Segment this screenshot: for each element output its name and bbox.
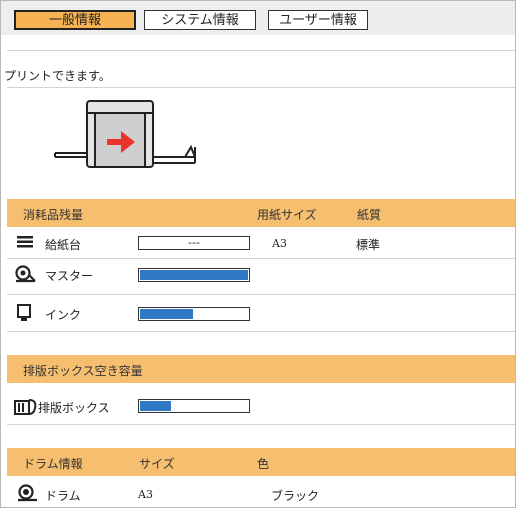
master-gauge-fill bbox=[140, 270, 248, 280]
consumables-title: 消耗品残量 bbox=[23, 208, 84, 222]
paper-feed-icon bbox=[17, 235, 33, 252]
ink-gauge bbox=[138, 307, 250, 321]
tab-bar: 一般情報 システム情報 ユーザー情報 bbox=[1, 1, 515, 35]
paper-feed-gauge: --- bbox=[138, 236, 250, 250]
disposal-header: 排版ボックス空き容量 bbox=[7, 355, 515, 383]
master-roll-icon bbox=[15, 265, 37, 286]
drum-size-value: A3 bbox=[138, 488, 153, 501]
paper-feed-label: 給紙台 bbox=[45, 238, 82, 252]
paper-feed-gauge-text: --- bbox=[188, 236, 200, 249]
drum-icon bbox=[17, 484, 39, 505]
tab-general-info[interactable]: 一般情報 bbox=[14, 10, 136, 30]
master-label: マスター bbox=[45, 269, 94, 283]
divider bbox=[7, 294, 515, 295]
paper-type-column: 紙質 bbox=[357, 208, 382, 222]
drum-color-column: 色 bbox=[257, 457, 270, 471]
drum-title: ドラム情報 bbox=[23, 457, 83, 471]
paper-size-column: 用紙サイズ bbox=[257, 208, 317, 222]
disposal-gauge-fill bbox=[140, 401, 171, 411]
divider bbox=[7, 50, 515, 51]
disposal-box-icon bbox=[14, 398, 38, 419]
disposal-box-label: 排版ボックス bbox=[38, 401, 110, 415]
master-gauge bbox=[138, 268, 250, 282]
divider bbox=[7, 258, 515, 259]
ink-cartridge-icon bbox=[17, 304, 31, 325]
drum-label: ドラム bbox=[45, 489, 81, 503]
tab-system-info[interactable]: システム情報 bbox=[144, 10, 256, 30]
printer-status-text: プリントできます。 bbox=[4, 69, 111, 83]
divider bbox=[7, 87, 515, 88]
drum-color-value: ブラック bbox=[271, 489, 320, 503]
paper-size-value: A3 bbox=[272, 237, 287, 250]
ink-label: インク bbox=[45, 308, 82, 322]
tab-user-info[interactable]: ユーザー情報 bbox=[268, 10, 368, 30]
divider bbox=[7, 331, 515, 332]
general-info-panel: 一般情報 システム情報 ユーザー情報 プリントできます。 消耗品残量 用紙サイズ bbox=[0, 0, 516, 508]
paper-type-value: 標準 bbox=[356, 238, 381, 252]
printer-illustration bbox=[51, 97, 211, 190]
divider bbox=[7, 424, 515, 425]
drum-header: ドラム情報 サイズ 色 bbox=[7, 448, 515, 476]
disposal-title: 排版ボックス空き容量 bbox=[23, 364, 143, 378]
consumables-header: 消耗品残量 用紙サイズ 紙質 bbox=[7, 199, 515, 227]
ink-gauge-fill bbox=[140, 309, 193, 319]
disposal-gauge bbox=[138, 399, 250, 413]
drum-size-column: サイズ bbox=[139, 457, 175, 471]
